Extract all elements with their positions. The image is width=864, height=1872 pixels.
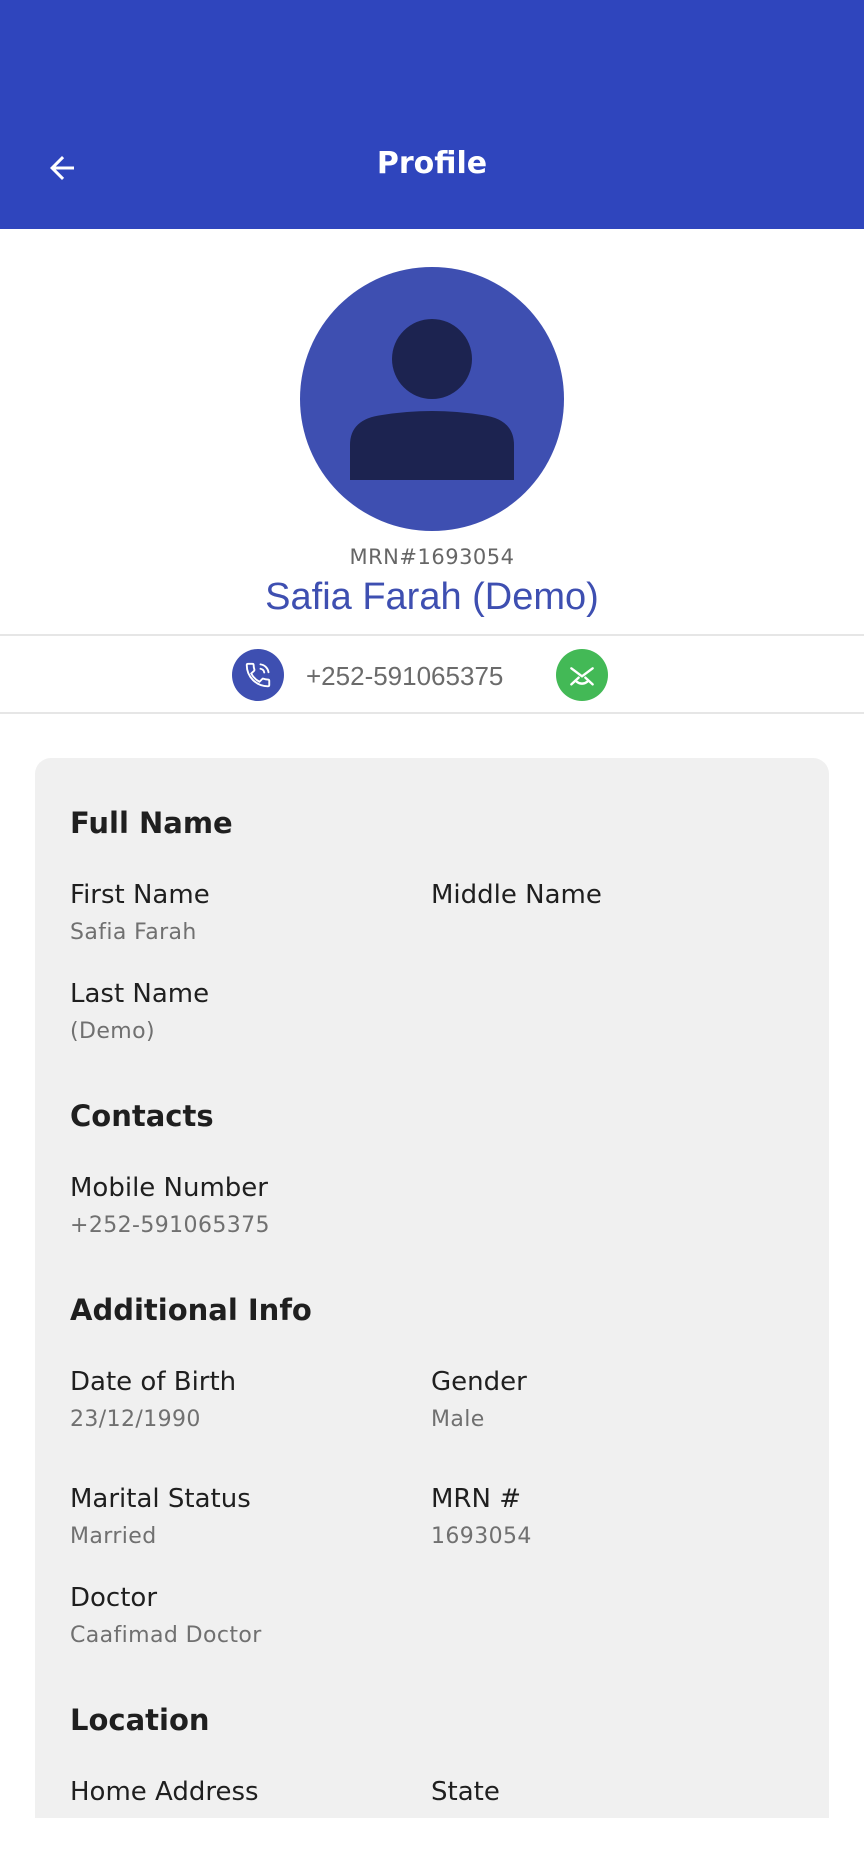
first-name-label: First Name (70, 880, 210, 910)
state-label: State (431, 1777, 500, 1807)
profile-details-card: Full Name First Name Safia Farah Middle … (35, 758, 829, 1818)
mrn-label: MRN # (431, 1484, 521, 1514)
gender-label: Gender (431, 1367, 527, 1397)
section-title-contacts: Contacts (70, 1099, 214, 1133)
whatsapp-button[interactable] (556, 649, 608, 701)
last-name-value: (Demo) (70, 1019, 155, 1044)
section-title-location: Location (70, 1703, 210, 1737)
dob-label: Date of Birth (70, 1367, 237, 1397)
first-name-value: Safia Farah (70, 920, 197, 945)
last-name-label: Last Name (70, 979, 210, 1009)
page-title: Profile (376, 146, 488, 181)
phone-call-icon (245, 662, 271, 688)
doctor-label: Doctor (70, 1583, 158, 1613)
marital-status-value: Married (70, 1524, 157, 1549)
patient-name: Safia Farah (Demo) (265, 576, 599, 618)
gender-value: Male (431, 1407, 485, 1432)
call-button[interactable] (232, 649, 284, 701)
contact-row: +252-591065375 (0, 634, 864, 714)
section-title-additional-info: Additional Info (70, 1293, 312, 1327)
home-address-label: Home Address (70, 1777, 259, 1807)
app-bar: Profile (0, 0, 864, 229)
doctor-value: Caafimad Doctor (70, 1623, 262, 1648)
mobile-number-label: Mobile Number (70, 1173, 268, 1203)
section-title-full-name: Full Name (70, 806, 233, 840)
profile-screen: Profile MRN#1693054 Safia Farah (Demo) +… (0, 0, 864, 1872)
mrn-subtitle: MRN#1693054 (349, 545, 515, 569)
phone-number: +252-591065375 (306, 661, 504, 691)
marital-status-label: Marital Status (70, 1484, 251, 1514)
whatsapp-icon (570, 667, 594, 686)
person-icon (350, 319, 514, 480)
mobile-number-value: +252-591065375 (70, 1213, 270, 1238)
middle-name-label: Middle Name (431, 880, 602, 910)
avatar (300, 267, 564, 531)
dob-value: 23/12/1990 (70, 1407, 201, 1432)
mrn-value: 1693054 (431, 1524, 532, 1549)
